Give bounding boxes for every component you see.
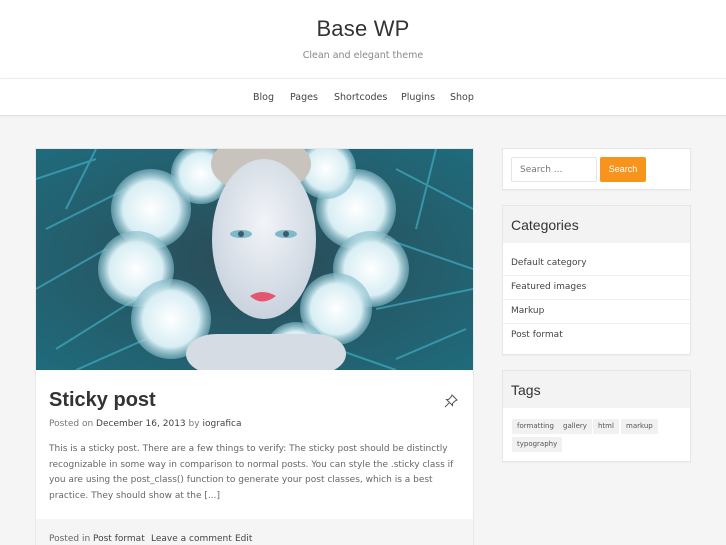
search-input[interactable] [511, 157, 597, 182]
featured-image[interactable] [36, 149, 473, 370]
edit-link[interactable]: Edit [235, 534, 252, 544]
tag-link[interactable]: html [593, 419, 619, 434]
site-title[interactable]: Base WP [0, 16, 726, 42]
tag-link[interactable]: formatting [512, 419, 559, 434]
post-footer: Posted in Post format Leave a comment Ed… [36, 519, 473, 545]
category-item[interactable]: Post format [503, 324, 690, 348]
site-header: Base WP Clean and elegant theme [0, 0, 726, 78]
search-widget: Search [502, 148, 691, 190]
author-link[interactable]: iografica [202, 419, 241, 429]
posted-in-label: Posted in [49, 534, 91, 544]
leave-comment-link[interactable]: Leave a comment [151, 534, 232, 544]
nav-item-shortcodes[interactable]: Shortcodes [334, 92, 387, 103]
main-navigation: Blog Pages Shortcodes Plugins Shop [0, 78, 726, 116]
category-item[interactable]: Featured images [503, 276, 690, 300]
tag-link[interactable]: markup [621, 419, 658, 434]
categories-title: Categories [511, 217, 579, 233]
category-item[interactable]: Markup [503, 300, 690, 324]
tag-link[interactable]: gallery [558, 419, 592, 434]
nav-item-shop[interactable]: Shop [450, 92, 474, 103]
featured-image-art [36, 149, 473, 370]
post-meta: Posted on December 16, 2013 by iografica [49, 419, 242, 429]
nav-item-blog[interactable]: Blog [253, 92, 274, 103]
category-item[interactable]: Default category [503, 252, 690, 276]
posted-on-label: Posted on [49, 419, 94, 429]
category-label[interactable]: Featured images [511, 282, 586, 292]
category-link[interactable]: Post format [93, 534, 145, 544]
by-label: by [188, 419, 200, 429]
pushpin-icon [444, 393, 458, 408]
category-label[interactable]: Default category [511, 258, 587, 268]
categories-widget: Categories Default category Featured ima… [502, 205, 691, 355]
category-label[interactable]: Post format [511, 330, 563, 340]
post-card: Sticky post Posted on December 16, 2013 … [35, 148, 474, 545]
nav-item-plugins[interactable]: Plugins [401, 92, 435, 103]
tags-title: Tags [511, 382, 541, 398]
category-label[interactable]: Markup [511, 306, 544, 316]
tags-header: Tags [503, 371, 690, 408]
nav-item-pages[interactable]: Pages [290, 92, 318, 103]
post-title[interactable]: Sticky post [49, 389, 156, 412]
search-button[interactable]: Search [600, 157, 646, 182]
tag-link[interactable]: typography [512, 437, 563, 452]
tags-widget: Tags formatting gallery html markup typo… [502, 370, 691, 462]
post-date-link[interactable]: December 16, 2013 [96, 419, 186, 429]
post-excerpt: This is a sticky post. There are a few t… [49, 444, 454, 501]
site-description: Clean and elegant theme [302, 50, 424, 61]
categories-header: Categories [503, 206, 690, 243]
